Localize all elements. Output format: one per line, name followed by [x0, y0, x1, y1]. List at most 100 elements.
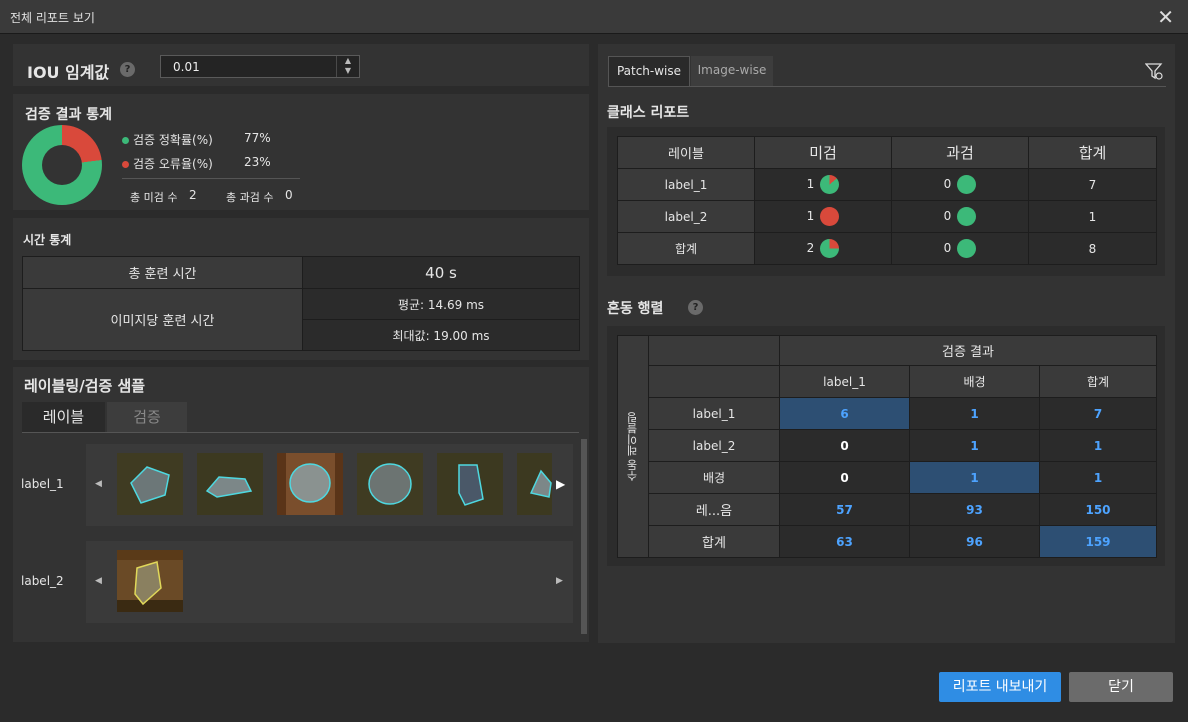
- row-header: label_1: [648, 397, 780, 430]
- green-pie-icon: [957, 239, 977, 258]
- sample-thumbnail[interactable]: [277, 453, 343, 515]
- over-cell: 0: [891, 168, 1029, 201]
- accuracy-value: 77%: [244, 131, 271, 145]
- donut-hole: [42, 145, 82, 185]
- iou-threshold-input[interactable]: 0.01 ▲ ▼: [160, 55, 360, 78]
- tab-verify[interactable]: 검증: [107, 402, 187, 432]
- samples-panel: 레이블링/검증 샘플 레이블 검증 ◀ ▶ label_1 ◀ ▶ label_: [13, 367, 589, 642]
- green-pie-icon: [957, 175, 977, 194]
- header-total: 합계: [1028, 136, 1157, 169]
- total-time-value: 40 s: [302, 256, 580, 289]
- row-header: 레...음: [648, 493, 780, 526]
- crystal-thumb: [357, 453, 423, 515]
- missed-cell: 1: [754, 168, 892, 201]
- row-label: 합계: [617, 232, 755, 265]
- verify-stats-panel: 검증 결과 통계 검증 정확률(%) 77% 검증 오류율(%) 23% 총 미…: [13, 94, 589, 210]
- close-icon[interactable]: ✕: [1157, 5, 1174, 29]
- matrix-cell[interactable]: 1: [1039, 461, 1157, 494]
- row-label: label_1: [617, 168, 755, 201]
- total-time-label: 총 훈련 시간: [22, 256, 303, 289]
- missed-value: 2: [189, 188, 197, 202]
- matrix-cell[interactable]: 1: [909, 397, 1040, 430]
- matrix-cell[interactable]: 1: [909, 429, 1040, 462]
- class-report-box: 레이블 미검 과검 합계 label_1 1 0 7 label_2 1 0 1…: [607, 127, 1165, 276]
- prev-arrow-icon[interactable]: ◀: [95, 479, 102, 489]
- sample-thumbnail[interactable]: [437, 453, 503, 515]
- confusion-table: 수동 레이블링 검증 결과 label_1 배경 합계 label_1 6 1 …: [617, 335, 1157, 558]
- partial-pie-icon: [820, 239, 840, 258]
- per-image-time-label: 이미지당 훈련 시간: [22, 288, 303, 351]
- sample-row-label-1: ◀ ▶: [86, 444, 573, 526]
- missed-count: 1: [806, 209, 815, 223]
- max-time-value: 최대값: 19.00 ms: [302, 319, 580, 351]
- sample-thumbnail[interactable]: [517, 453, 552, 515]
- matrix-cell[interactable]: 0: [779, 461, 910, 494]
- col-header: 배경: [909, 365, 1040, 398]
- confusion-title: 혼동 행렬: [607, 301, 664, 317]
- corner-cell: [648, 365, 780, 398]
- tab-label[interactable]: 레이블: [22, 402, 105, 432]
- matrix-cell[interactable]: 57: [779, 493, 910, 526]
- spin-down-icon[interactable]: ▼: [337, 66, 359, 76]
- matrix-cell[interactable]: 6: [779, 397, 910, 430]
- row-header: 배경: [648, 461, 780, 494]
- help-icon[interactable]: ?: [120, 62, 135, 77]
- time-stats-title: 시간 통계: [23, 233, 72, 247]
- close-button[interactable]: 닫기: [1069, 672, 1173, 702]
- window-titlebar: 전체 리포트 보기 ✕: [0, 0, 1188, 34]
- sample-thumbnail[interactable]: [117, 550, 183, 612]
- sample-row-label: label_1: [21, 477, 64, 491]
- scrollbar[interactable]: [581, 439, 587, 634]
- sample-thumbnail[interactable]: [197, 453, 263, 515]
- error-dot-icon: [122, 161, 129, 168]
- matrix-cell[interactable]: 63: [779, 525, 910, 558]
- prev-arrow-icon[interactable]: ◀: [95, 576, 102, 586]
- help-icon[interactable]: ?: [688, 300, 703, 315]
- matrix-cell[interactable]: 150: [1039, 493, 1157, 526]
- missed-cell: 1: [754, 200, 892, 233]
- matrix-cell[interactable]: 7: [1039, 397, 1157, 430]
- accuracy-legend: 검증 정확률(%): [122, 131, 213, 148]
- tab-image-wise[interactable]: Image-wise: [691, 56, 773, 86]
- right-panel: Patch-wise Image-wise 클래스 리포트 레이블 미검 과검 …: [598, 44, 1175, 643]
- row-header: 합계: [648, 525, 780, 558]
- tab-underline: [608, 86, 1166, 87]
- avg-time-value: 평균: 14.69 ms: [302, 288, 580, 320]
- header-label: 레이블: [617, 136, 755, 169]
- matrix-cell[interactable]: 1: [909, 461, 1040, 494]
- matrix-cell[interactable]: 1: [1039, 429, 1157, 462]
- next-arrow-icon[interactable]: ▶: [556, 477, 565, 491]
- spin-arrows[interactable]: ▲ ▼: [336, 56, 359, 77]
- sample-thumbnail[interactable]: [117, 453, 183, 515]
- matrix-cell[interactable]: 96: [909, 525, 1040, 558]
- total-cell: 1: [1028, 200, 1157, 233]
- accuracy-label: 검증 정확률(%): [133, 133, 213, 147]
- error-value: 23%: [244, 155, 271, 169]
- wood-thumb: [277, 453, 343, 515]
- header-missed: 미검: [754, 136, 892, 169]
- export-report-button[interactable]: 리포트 내보내기: [939, 672, 1061, 702]
- over-cell: 0: [891, 232, 1029, 265]
- matrix-cell[interactable]: 0: [779, 429, 910, 462]
- time-stats-panel: 시간 통계 총 훈련 시간 40 s 이미지당 훈련 시간 평균: 14.69 …: [13, 218, 589, 360]
- crystal-thumb: [117, 453, 183, 515]
- spin-up-icon[interactable]: ▲: [337, 56, 359, 66]
- corner-cell: [648, 335, 780, 366]
- matrix-cell[interactable]: 159: [1039, 525, 1157, 558]
- sample-thumbnail[interactable]: [357, 453, 423, 515]
- time-stats-table: 총 훈련 시간 40 s 이미지당 훈련 시간 평균: 14.69 ms 최대값…: [22, 256, 580, 351]
- partial-pie-icon: [820, 175, 840, 194]
- red-pie-icon: [820, 207, 840, 226]
- tab-patch-wise[interactable]: Patch-wise: [608, 56, 690, 87]
- row-header: label_2: [648, 429, 780, 462]
- next-arrow-icon[interactable]: ▶: [556, 576, 563, 586]
- filter-icon[interactable]: [1145, 62, 1163, 80]
- iou-label: IOU 임계값: [27, 63, 110, 82]
- tab-underline: [22, 432, 579, 433]
- crystal-thumb: [197, 453, 263, 515]
- over-count: 0: [943, 209, 952, 223]
- matrix-cell[interactable]: 93: [909, 493, 1040, 526]
- header-over: 과검: [891, 136, 1029, 169]
- accuracy-dot-icon: [122, 137, 129, 144]
- divider: [122, 178, 300, 179]
